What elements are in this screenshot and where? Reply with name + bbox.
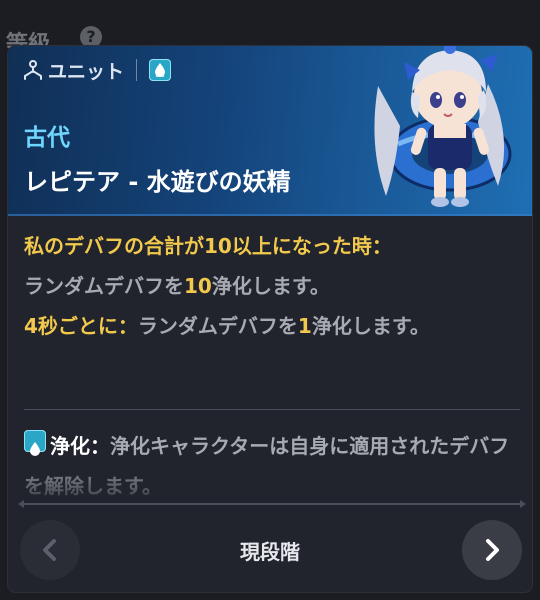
help-icon[interactable]: ? [80, 26, 102, 48]
era-label: 古代 [24, 125, 70, 151]
ability-periodic-trigger: 4秒ごとに： [24, 314, 138, 338]
unit-type-row: ユニット [22, 58, 172, 83]
scroll-fade [8, 454, 532, 504]
chevron-right-icon [486, 539, 499, 561]
unit-label: ユニット [48, 60, 125, 83]
card-header: ユニット 古代 レピテア - 水遊びの妖精 [8, 46, 532, 216]
scroll-indicator [18, 500, 526, 508]
next-stage-button[interactable] [462, 520, 522, 580]
ability-effect1-suffix: 浄化します。 [211, 274, 330, 298]
unit-name: レピテア - 水遊びの妖精 [24, 168, 291, 196]
section-divider [24, 409, 520, 410]
unit-icon [22, 59, 44, 81]
ability-effect2-value: 1 [297, 314, 312, 338]
divider [136, 59, 138, 81]
unit-detail-card: ユニット 古代 レピテア - 水遊びの妖精 私のデバフの合計が10以上になった時… [8, 46, 532, 592]
stage-label: 現段階 [240, 540, 300, 564]
character-portrait [374, 46, 512, 207]
water-element-icon[interactable] [149, 59, 172, 81]
ability-description: 私のデバフの合計が10以上になった時： ランダムデバフを10浄化します。 4秒ご… [24, 226, 520, 346]
ability-effect2-suffix: 浄化します。 [311, 314, 430, 338]
ability-effect1-value: 10 [184, 274, 212, 298]
ability-trigger: 私のデバフの合計が10以上になった時： [24, 234, 392, 258]
ability-effect2-text: ランダムデバフを [137, 314, 298, 338]
ability-effect1-text: ランダムデバフを [24, 274, 184, 298]
card-footer: 現段階 [8, 508, 532, 592]
cleanse-icon [24, 430, 46, 456]
